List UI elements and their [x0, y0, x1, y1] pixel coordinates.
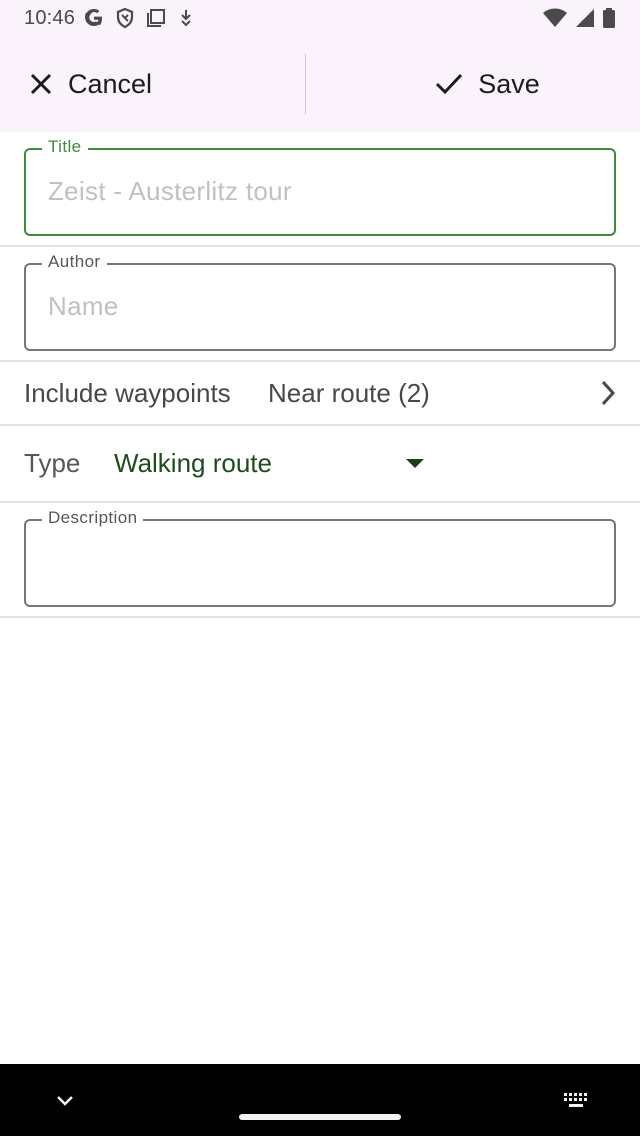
type-label: Type — [24, 448, 81, 478]
title-field[interactable]: Title Zeist - Austerlitz tour — [24, 137, 616, 236]
chevron-right-icon — [601, 380, 616, 406]
dropdown-arrow-icon[interactable] — [406, 459, 424, 468]
waypoints-label: Include waypoints — [24, 377, 231, 408]
type-row: Type Walking route — [0, 426, 640, 501]
status-time: 10:46 — [24, 6, 76, 29]
waypoints-value: Near route (2) — [268, 377, 430, 408]
home-handle[interactable] — [239, 1114, 401, 1120]
title-input-placeholder: Zeist - Austerlitz tour — [48, 176, 292, 206]
close-icon — [30, 73, 52, 95]
download-icon — [181, 10, 191, 27]
chevron-down-icon[interactable] — [54, 1090, 76, 1112]
check-icon — [436, 73, 463, 95]
status-left-icons — [83, 7, 195, 29]
description-field[interactable]: Description — [24, 508, 616, 607]
description-label: Description — [42, 508, 144, 528]
include-waypoints-row[interactable]: Include waypoints Near route (2) — [0, 362, 640, 424]
wifi-icon — [543, 8, 567, 27]
divider — [0, 245, 640, 247]
author-label: Author — [42, 252, 107, 272]
save-button[interactable]: Save — [334, 36, 640, 132]
action-bar: Cancel Save — [0, 36, 640, 132]
title-label: Title — [42, 137, 88, 157]
divider — [0, 616, 640, 618]
author-input-placeholder: Name — [48, 291, 119, 321]
cancel-label: Cancel — [68, 68, 153, 99]
save-label: Save — [478, 68, 540, 99]
status-bar: 10:46 — [0, 0, 640, 36]
type-dropdown[interactable]: Walking route — [114, 448, 272, 479]
signal-icon — [576, 9, 594, 27]
google-icon — [85, 9, 103, 26]
route-edit-screen: 10:46 Cancel Save Title Zeist - Austerli… — [0, 0, 640, 1136]
action-divider — [305, 54, 306, 114]
status-right-icons — [542, 7, 616, 29]
divider — [0, 501, 640, 503]
keyboard-icon[interactable] — [563, 1092, 589, 1110]
shield-icon — [116, 7, 134, 29]
navigation-bar — [0, 1064, 640, 1136]
cancel-button[interactable]: Cancel — [0, 36, 334, 132]
screen-icon — [147, 9, 166, 27]
battery-icon — [603, 8, 615, 28]
author-field[interactable]: Author Name — [24, 252, 616, 351]
